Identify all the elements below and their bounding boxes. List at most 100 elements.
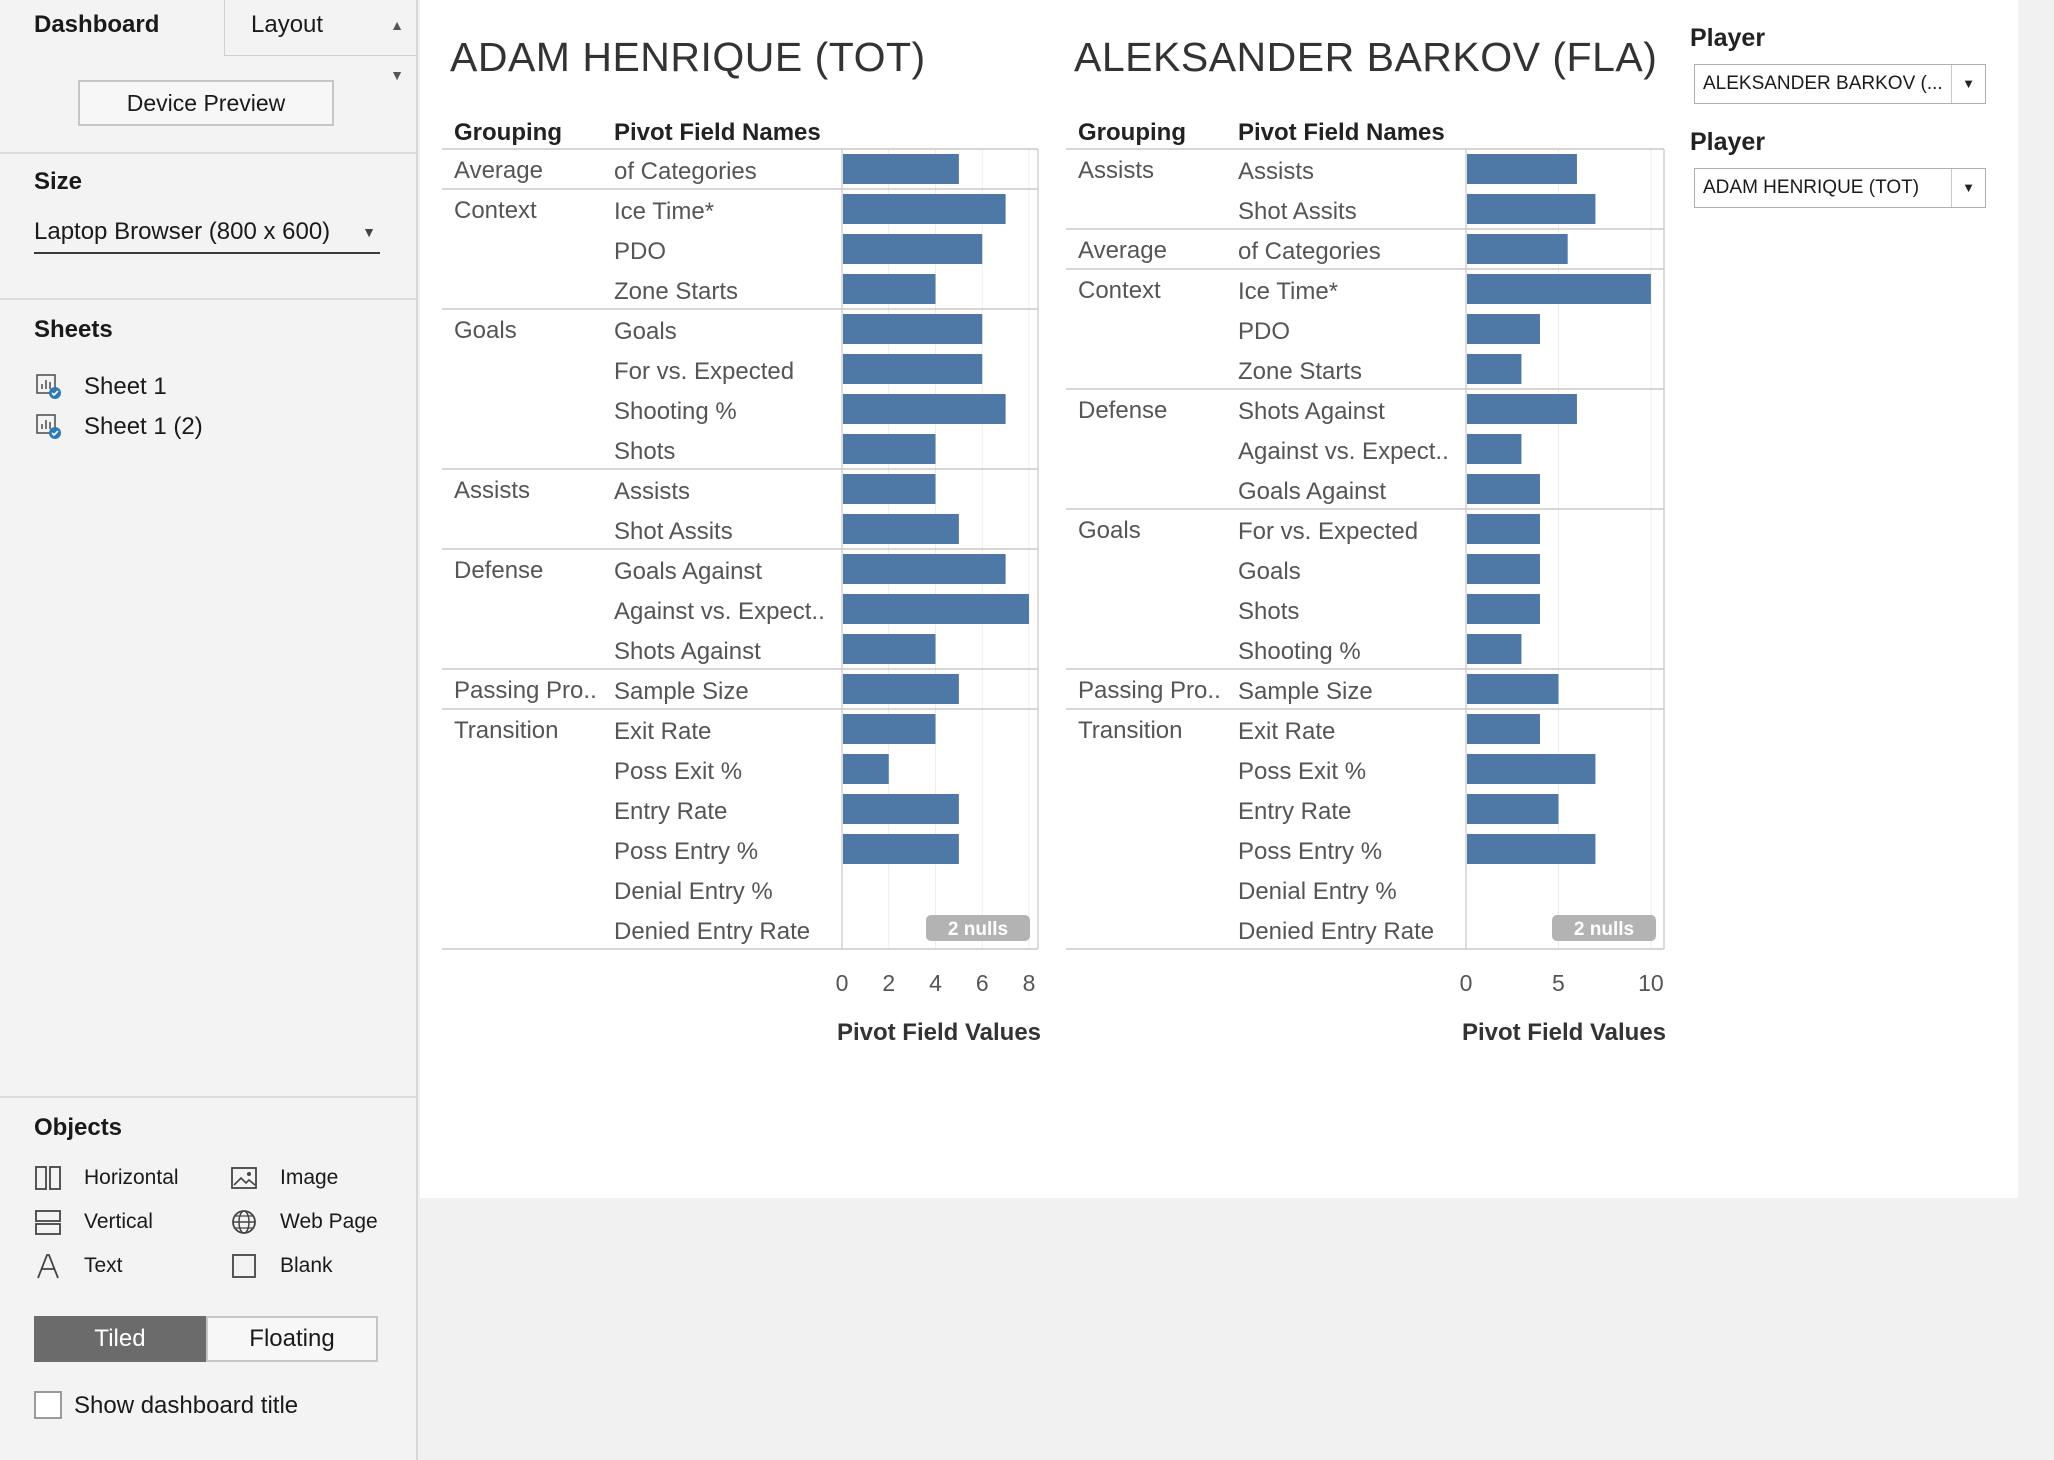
bar bbox=[843, 234, 983, 264]
row-label: Shots bbox=[614, 438, 675, 465]
tick-label: 8 bbox=[1023, 970, 1036, 996]
bar bbox=[843, 274, 936, 304]
object-label: Image bbox=[280, 1166, 339, 1189]
object-label: Text bbox=[84, 1254, 123, 1277]
size-dropdown-value: Laptop Browser (800 x 600) bbox=[34, 218, 331, 245]
group-label: Passing Pro.. bbox=[1078, 677, 1221, 704]
bar bbox=[843, 154, 959, 184]
tick-label: 10 bbox=[1638, 970, 1664, 996]
tab-dashboard[interactable]: Dashboard bbox=[0, 0, 224, 56]
object-label: Horizontal bbox=[84, 1166, 179, 1189]
bar bbox=[1467, 754, 1596, 784]
row-label: Shots bbox=[1238, 598, 1299, 625]
bar bbox=[1467, 194, 1596, 224]
group-label: Goals bbox=[454, 317, 517, 344]
row-label: Poss Entry % bbox=[1238, 838, 1382, 865]
tab-layout[interactable]: Layout ▲ ▼ bbox=[224, 0, 416, 83]
bar bbox=[843, 434, 936, 464]
caret-down-icon[interactable]: ▼ bbox=[1951, 169, 1985, 207]
row-label: Denied Entry Rate bbox=[1238, 918, 1434, 945]
row-label: Goals Against bbox=[614, 558, 762, 585]
row-label: Poss Exit % bbox=[1238, 758, 1366, 785]
row-label: PDO bbox=[614, 238, 666, 265]
tab-layout-label: Layout bbox=[251, 11, 324, 38]
row-label: Sample Size bbox=[614, 678, 749, 705]
player-filter-dropdown[interactable]: ALEKSANDER BARKOV (... ▼ bbox=[1694, 64, 1986, 104]
dashboard-canvas: ADAM HENRIQUE (TOT) ALEKSANDER BARKOV (F… bbox=[420, 0, 2018, 1198]
bar bbox=[843, 714, 936, 744]
bar bbox=[843, 794, 959, 824]
player-filter-dropdown[interactable]: ADAM HENRIQUE (TOT) ▼ bbox=[1694, 168, 1986, 208]
row-label: Shot Assits bbox=[614, 518, 733, 545]
row-label: Entry Rate bbox=[1238, 798, 1351, 825]
checkbox-box[interactable] bbox=[34, 1391, 62, 1419]
row-label: Zone Starts bbox=[614, 278, 738, 305]
caret-down-icon[interactable]: ▼ bbox=[1951, 65, 1985, 103]
bar bbox=[1467, 714, 1540, 744]
row-label: Denied Entry Rate bbox=[614, 918, 810, 945]
column-header: Grouping bbox=[454, 119, 562, 146]
bar bbox=[1467, 474, 1540, 504]
row-label: Shot Assits bbox=[1238, 198, 1357, 225]
bar bbox=[1467, 314, 1540, 344]
object-label: Blank bbox=[280, 1254, 333, 1277]
tick-label: 6 bbox=[976, 970, 989, 996]
globe-icon bbox=[232, 1210, 256, 1234]
left-panel: Dashboard Layout ▲ ▼ Device Preview Size … bbox=[0, 0, 418, 1460]
bar bbox=[843, 514, 959, 544]
objects-section-title: Objects bbox=[34, 1114, 123, 1141]
tiled-button[interactable]: Tiled bbox=[34, 1316, 206, 1362]
bar bbox=[843, 474, 936, 504]
row-label: Poss Exit % bbox=[614, 758, 742, 785]
tick-label: 0 bbox=[1460, 970, 1473, 996]
group-label: Average bbox=[1078, 237, 1167, 264]
row-label: Ice Time* bbox=[614, 198, 714, 225]
row-label: PDO bbox=[1238, 318, 1290, 345]
bar bbox=[843, 634, 936, 664]
bar bbox=[843, 314, 983, 344]
tick-label: 5 bbox=[1552, 970, 1565, 996]
group-label: Transition bbox=[1078, 717, 1182, 744]
row-label: Shots Against bbox=[1238, 398, 1385, 425]
column-header: Pivot Field Names bbox=[1238, 119, 1445, 146]
bar bbox=[1467, 154, 1577, 184]
up-down-arrows-icon: ▲ ▼ bbox=[390, 17, 404, 83]
bar bbox=[1467, 274, 1651, 304]
vertical-layout-icon bbox=[35, 1210, 61, 1235]
checkbox-label: Show dashboard title bbox=[74, 1392, 299, 1419]
bar bbox=[1467, 594, 1540, 624]
row-label: Shots Against bbox=[614, 638, 761, 665]
bar bbox=[1467, 514, 1540, 544]
row-label: Goals bbox=[614, 318, 677, 345]
text-icon bbox=[37, 1254, 59, 1279]
device-preview-button[interactable]: Device Preview bbox=[78, 80, 334, 126]
bar bbox=[843, 674, 959, 704]
bar bbox=[1467, 354, 1522, 384]
tick-label: 2 bbox=[882, 970, 895, 996]
group-label: Average bbox=[454, 157, 543, 184]
sheets-section-title: Sheets bbox=[34, 316, 113, 343]
bar bbox=[1467, 834, 1596, 864]
floating-button[interactable]: Floating bbox=[206, 1316, 378, 1362]
group-label: Context bbox=[1078, 277, 1161, 304]
row-label: of Categories bbox=[1238, 238, 1381, 265]
row-label: of Categories bbox=[614, 158, 757, 185]
bar bbox=[1467, 794, 1559, 824]
bar bbox=[843, 834, 959, 864]
tick-label: 4 bbox=[929, 970, 942, 996]
bar bbox=[1467, 674, 1559, 704]
bar bbox=[1467, 394, 1577, 424]
blank-icon bbox=[232, 1254, 256, 1278]
row-label: Goals bbox=[1238, 558, 1301, 585]
divider bbox=[0, 298, 416, 300]
group-label: Assists bbox=[1078, 157, 1154, 184]
sheet-chart-icon bbox=[36, 414, 61, 439]
row-label: Poss Entry % bbox=[614, 838, 758, 865]
row-label: Exit Rate bbox=[1238, 718, 1335, 745]
row-label: Exit Rate bbox=[614, 718, 711, 745]
horizontal-layout-icon bbox=[35, 1166, 61, 1190]
size-dropdown[interactable]: Laptop Browser (800 x 600) ▼ bbox=[34, 212, 380, 254]
player-filter-value: ADAM HENRIQUE (TOT) bbox=[1703, 177, 1920, 198]
sheet-label: Sheet 1 (2) bbox=[84, 413, 203, 440]
column-header: Grouping bbox=[1078, 119, 1186, 146]
